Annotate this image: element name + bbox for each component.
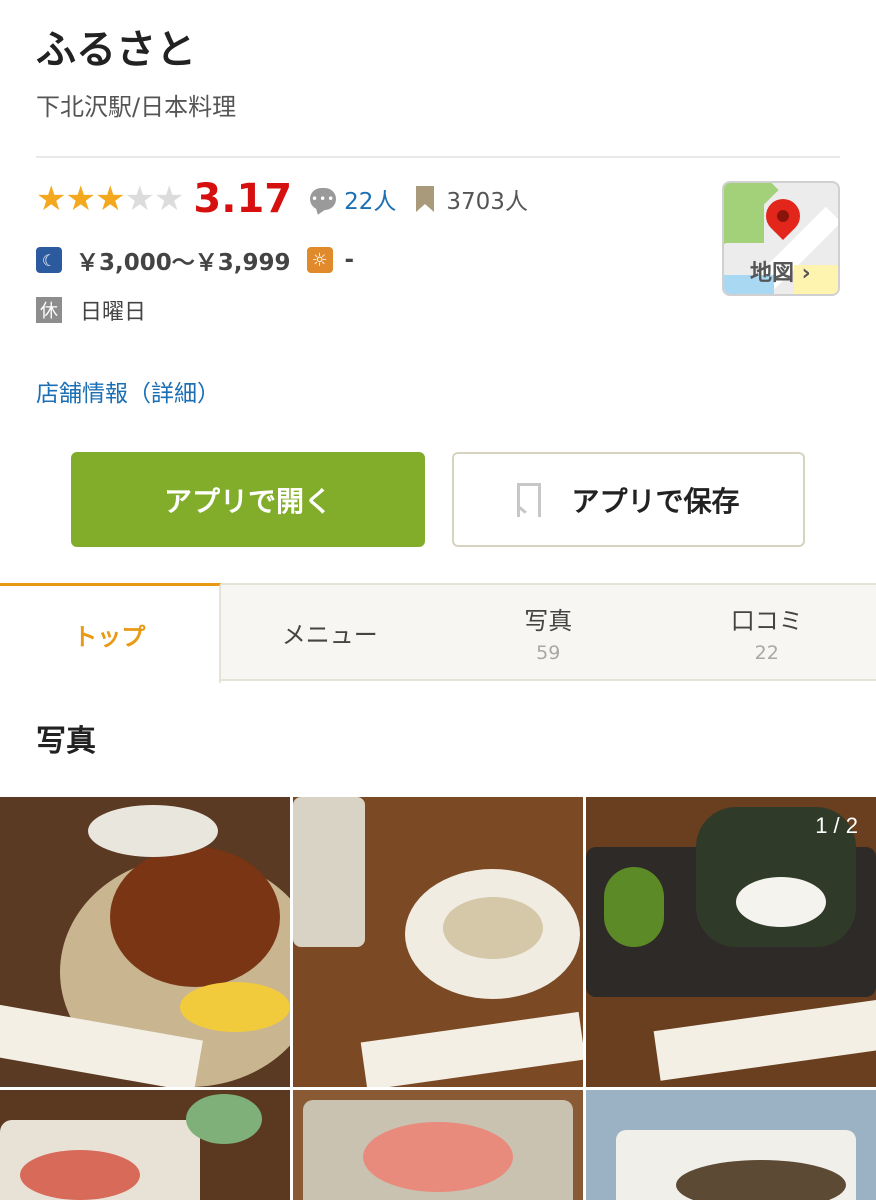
star-filled-icon: ★ <box>65 179 96 219</box>
bookmark-count: 3703人 <box>446 189 528 215</box>
tab-count: 22 <box>754 641 779 664</box>
photos-section-title: 写真 <box>36 724 96 759</box>
holiday-row: 休 日曜日 <box>36 292 146 328</box>
rating-score: 3.17 <box>193 176 293 222</box>
photo-thumbnail[interactable] <box>293 1090 583 1200</box>
shop-station-genre: 下北沢駅/日本料理 <box>36 93 237 121</box>
sashimi-shape <box>363 1122 513 1192</box>
star-filled-icon: ★ <box>36 179 67 219</box>
sashimi-shape <box>20 1150 140 1200</box>
food-shape <box>110 847 280 987</box>
shop-name: ふるさと <box>36 27 196 73</box>
tab-label: メニュー <box>281 620 378 649</box>
star-filled-icon: ★ <box>94 179 126 219</box>
tab-reviews[interactable]: 口コミ 22 <box>658 585 876 679</box>
tab-top[interactable]: トップ <box>0 583 221 683</box>
photo-thumbnail[interactable] <box>0 797 290 1087</box>
price-row: ☾ ￥3,000〜￥3,999 ☼ - <box>36 240 354 280</box>
star-empty-icon: ★ <box>124 179 155 219</box>
save-bookmark-icon <box>517 482 542 520</box>
bookmark-icon <box>416 186 435 212</box>
rice-shape <box>736 877 826 927</box>
food-shape <box>443 897 543 959</box>
lunch-price: - <box>344 247 355 273</box>
open-in-app-button[interactable]: アプリで開く <box>71 452 425 547</box>
tab-menu[interactable]: メニュー <box>221 585 440 679</box>
photo-thumbnail[interactable] <box>0 1090 290 1200</box>
sun-icon: ☼ <box>306 247 333 273</box>
review-count-link[interactable]: 22人 <box>344 182 396 216</box>
shop-detail-link[interactable]: 店舗情報（詳細） <box>36 374 220 408</box>
photo-thumbnail[interactable] <box>586 1090 876 1200</box>
rating-row: ★ ★ ★ ★ ★ 3.17 ••• 22人 3703人 <box>36 174 528 224</box>
tab-photos[interactable]: 写真 59 <box>439 585 658 679</box>
lemon-shape <box>180 982 290 1032</box>
tab-count: 59 <box>536 641 561 664</box>
bowl-shape <box>186 1094 262 1144</box>
pickle-shape <box>604 867 664 947</box>
chopstick-sleeve <box>360 1011 583 1087</box>
chopstick-sleeve <box>653 999 876 1081</box>
holiday-text: 日曜日 <box>80 300 147 325</box>
photo-thumbnail[interactable]: 1 / 2 <box>586 797 876 1087</box>
shop-header: ふるさと 下北沢駅/日本料理 <box>0 0 876 124</box>
review-icon: ••• <box>310 188 337 210</box>
dinner-price: ￥3,000〜￥3,999 <box>76 250 291 276</box>
tab-label: トップ <box>73 623 146 651</box>
save-in-app-button[interactable]: アプリで保存 <box>452 452 805 547</box>
rating-stars: ★ ★ ★ ★ ★ <box>36 179 185 219</box>
moon-icon: ☾ <box>36 247 62 273</box>
map-label: 地図 › <box>750 261 811 286</box>
save-in-app-label: アプリで保存 <box>571 484 740 518</box>
bowl-shape <box>88 805 218 857</box>
shop-tabs: トップ メニュー 写真 59 口コミ 22 <box>0 583 876 683</box>
photo-grid: 1 / 2 <box>0 797 876 1200</box>
tab-label: 口コミ <box>730 606 803 635</box>
glass-shape <box>293 797 365 947</box>
header-divider <box>36 156 840 158</box>
star-empty-icon: ★ <box>153 179 185 219</box>
map-button[interactable]: 地図 › <box>722 181 840 296</box>
tab-label: 写真 <box>524 606 573 635</box>
photo-thumbnail[interactable] <box>293 797 583 1087</box>
photo-counter: 1 / 2 <box>815 813 858 838</box>
holiday-badge: 休 <box>36 297 62 323</box>
